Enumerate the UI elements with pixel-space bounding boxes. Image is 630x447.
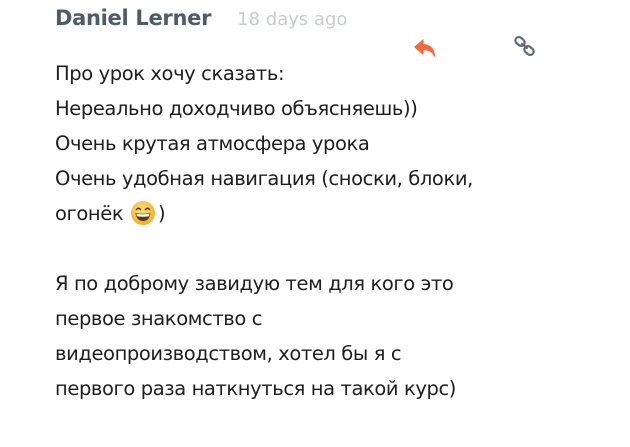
emoji-line-text: огонёк	[55, 202, 124, 225]
comment-timestamp[interactable]: 18 days ago	[237, 9, 347, 30]
grinning-face-emoji-icon	[130, 200, 156, 226]
comment-line-with-emoji: огонёк )	[55, 196, 615, 231]
comment-line: Я по доброму завидую тем для кого это	[55, 272, 454, 295]
paragraph-break	[55, 231, 615, 266]
comment-body: Про урок хочу сказать: Нереально доходчи…	[55, 56, 615, 406]
comment-line: Про урок хочу сказать:	[55, 62, 285, 85]
comment-line: Очень удобная навигация (сноски, блоки,	[55, 167, 473, 190]
emoji-line-closing: )	[158, 202, 166, 225]
comment: Daniel Lerner 18 days ago Про урок хочу …	[0, 0, 630, 447]
comment-line: первое знакомство с	[55, 307, 263, 330]
comment-line: Нереально доходчиво объясняешь))	[55, 97, 418, 120]
comment-header: Daniel Lerner 18 days ago	[55, 6, 347, 36]
author-name[interactable]: Daniel Lerner	[55, 6, 211, 30]
comment-line: видеопроизводством, хотел бы я с	[55, 342, 402, 365]
comment-line: первого раза наткнуться на такой курс)	[55, 377, 457, 400]
comment-line: Очень крутая атмосфера урока	[55, 132, 370, 155]
